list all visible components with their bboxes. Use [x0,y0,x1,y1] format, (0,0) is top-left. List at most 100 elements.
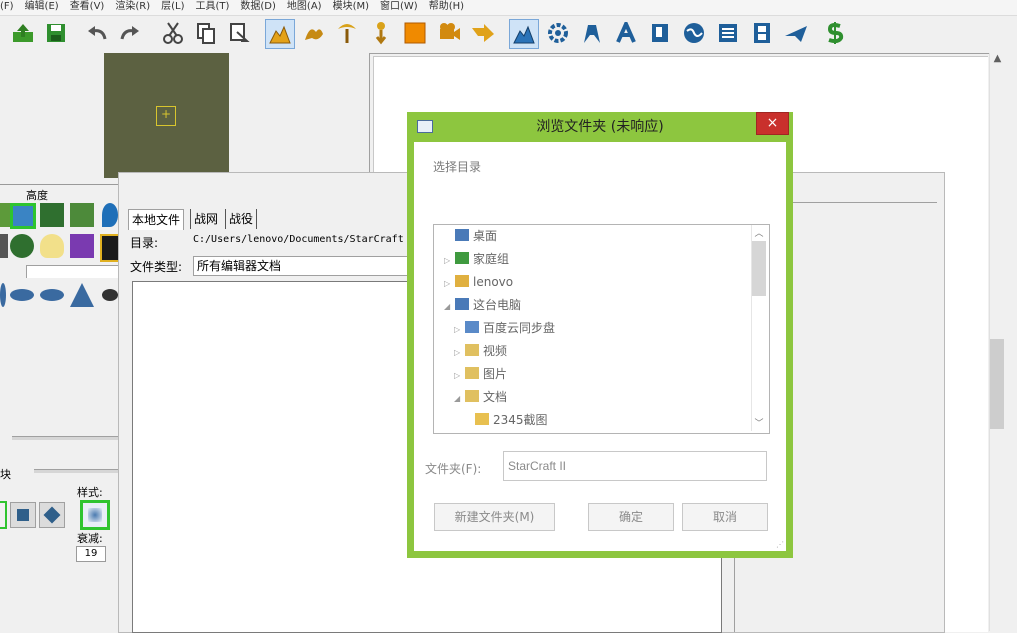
menu-item[interactable]: 数据(D) [240,0,276,13]
style-falloff-button[interactable] [80,500,110,530]
expander-icon[interactable]: ◢ [444,297,453,317]
menu-item[interactable]: (F) [0,0,14,13]
shape-brush-icon-2[interactable] [10,289,34,301]
block-slider[interactable] [34,469,118,473]
expander-icon[interactable]: ▷ [454,320,463,340]
raise-brush-icon[interactable] [10,203,36,229]
scroll-up-icon[interactable]: ▲ [989,53,1006,68]
folder-icon [475,413,489,425]
tree-brush-icon[interactable] [40,203,64,227]
camera-icon[interactable] [436,20,462,46]
point-icon[interactable] [368,20,394,46]
shape-brush-icon-4[interactable] [70,283,94,307]
light-brush-icon[interactable] [40,234,64,258]
height-label: 高度 [26,189,48,202]
copy-icon[interactable] [193,20,219,46]
tab-local-files[interactable]: 本地文件 [128,209,185,230]
tree-scrollbar-thumb[interactable] [752,241,766,296]
cliff-brush-icon[interactable] [0,234,8,258]
cloud-icon [465,321,479,333]
document-icon[interactable] [647,20,673,46]
homegroup-icon [455,252,469,264]
resize-grip-icon[interactable]: ⋰ [776,540,784,549]
menu-item[interactable]: 帮助(H) [429,0,464,13]
fog-brush-icon[interactable] [70,234,94,258]
menu-item[interactable]: 地图(A) [287,0,322,13]
paste-icon[interactable] [226,20,252,46]
expander-icon[interactable]: ▷ [454,343,463,363]
dollar-icon[interactable] [822,20,848,46]
tree-item[interactable]: ◢ 文档 [454,387,507,407]
style-option-1[interactable] [0,501,7,529]
video-folder-icon [465,344,479,356]
tree-item[interactable]: ▷ 百度云同步盘 [454,318,555,338]
menu-item[interactable]: 编辑(E) [25,0,59,13]
expander-icon[interactable]: ◢ [454,389,463,409]
close-button[interactable]: × [756,112,789,135]
ok-button[interactable]: 确定 [588,503,674,531]
tree-item[interactable]: ▷ lenovo [444,272,513,292]
expander-icon[interactable]: ▷ [444,274,453,294]
gear-icon[interactable] [545,20,571,46]
tree-item[interactable]: ▷ 家庭组 [444,249,509,269]
square-icon [17,509,29,521]
menu-item[interactable]: 模块(M) [333,0,369,13]
shape-brush-icon-3[interactable] [40,289,64,301]
undo-icon[interactable] [84,20,110,46]
diamond-icon [43,506,61,524]
style-diamond-button[interactable] [39,502,65,528]
expander-icon[interactable]: ▷ [454,366,463,386]
region-icon[interactable] [402,20,428,46]
falloff-input[interactable]: 19 [76,546,106,562]
tree-item[interactable]: ▷ 视频 [454,341,507,361]
chevron-down-icon[interactable]: ﹀ [751,416,767,429]
tree-item[interactable]: 2345截图 [464,410,548,430]
brush-slider[interactable] [26,265,119,278]
falloff-icon [88,508,102,522]
shape-palette-row [0,283,118,311]
expander-icon[interactable]: ▷ [444,251,453,271]
water-brush-icon[interactable] [102,203,118,227]
style-square-button[interactable] [10,502,36,528]
tree-item-label: 图片 [483,367,508,381]
terrain-mode-icon[interactable] [509,19,539,49]
redo-icon[interactable] [117,20,143,46]
tree-item[interactable]: ▷ 图片 [454,364,507,384]
size-slider[interactable] [12,436,118,440]
tree-item[interactable]: 桌面 [444,226,497,246]
unit-icon[interactable] [579,20,605,46]
tree-item[interactable]: ◢ 这台电脑 [444,295,521,315]
menu-item[interactable]: 工具(T) [195,0,229,13]
text-icon[interactable] [613,20,639,46]
creature-icon[interactable] [301,20,327,46]
save-icon[interactable] [43,20,69,46]
chevron-up-icon[interactable]: ︿ [751,226,767,239]
new-folder-button[interactable]: 新建文件夹(M) [434,503,555,531]
doodad-icon[interactable] [334,20,360,46]
path-icon[interactable] [470,20,496,46]
folder-tree[interactable]: 桌面 ▷ 家庭组 ▷ lenovo ◢ 这台电脑 ▷ 百度云同步盘 ▷ 视频 ▷ 图片 ◢ 文档 2345截图 [433,224,770,434]
cut-icon[interactable] [160,20,186,46]
ground-brush-icon[interactable] [70,203,94,227]
file-type-select[interactable]: 所有编辑器文档 [193,256,412,276]
plane-icon[interactable] [783,20,809,46]
directory-path[interactable]: C:/Users/lenovo/Documents/StarCraft [193,234,404,245]
list-icon[interactable] [715,20,741,46]
menu-item[interactable]: 层(L) [161,0,184,13]
menu-item[interactable]: 窗口(W) [380,0,418,13]
tree2-brush-icon[interactable] [10,234,34,258]
globe-icon[interactable] [681,20,707,46]
terrain-icon[interactable] [265,19,295,49]
folder-field[interactable] [503,451,767,481]
tab-campaign[interactable]: 战役 [225,209,258,229]
shape-brush-icon-1[interactable] [0,283,6,307]
user-folder-icon [455,275,469,287]
film-icon[interactable] [749,20,775,46]
menu-item[interactable]: 渲染(R) [115,0,150,13]
menu-item[interactable]: 查看(V) [70,0,105,13]
cancel-button[interactable]: 取消 [682,503,768,531]
tab-battlenet[interactable]: 战网 [190,209,221,229]
export-icon[interactable] [10,20,36,46]
scrollbar-thumb[interactable] [990,339,1004,429]
shape-brush-icon-5[interactable] [102,289,118,301]
